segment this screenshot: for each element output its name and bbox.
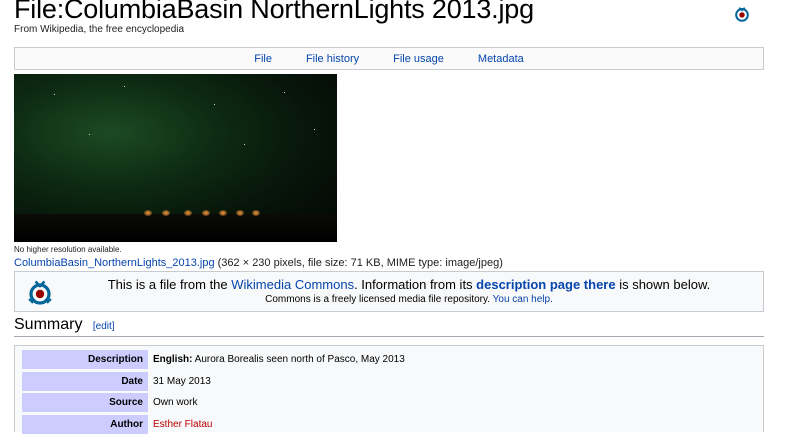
author-link[interactable]: Esther Flatau [153,419,212,430]
tab-file-usage[interactable]: File usage [393,53,444,65]
summary-heading: Summary [edit] [14,316,115,334]
commons-notice: This is a file from the Wikimedia Common… [14,271,764,312]
description-text: Aurora Borealis seen north of Pasco, May… [192,354,405,365]
file-info-line: ColumbiaBasin_NorthernLights_2013.jpg (3… [14,257,503,269]
author-label: Author [22,415,148,434]
date-label: Date [22,372,148,391]
description-label: Description [22,350,148,369]
author-value: Esther Flatau [153,415,212,434]
summary-divider [14,336,764,337]
source-label: Source [22,393,148,412]
page-title: File:ColumbiaBasin NorthernLights 2013.j… [14,0,534,24]
description-page-link[interactable]: description page there [476,277,615,292]
commons-text-prefix: This is a file from the [107,277,232,292]
tagline: From Wikipedia, the free encyclopedia [14,24,185,35]
commons-text-middle: . Information from its [354,277,477,292]
filename-link[interactable]: ColumbiaBasin_NorthernLights_2013.jpg [14,257,215,269]
commons-text-suffix: is shown below. [615,277,711,292]
file-information-table: Description English: Aurora Borealis see… [14,345,764,434]
table-row: Source Own work [22,393,757,412]
file-image[interactable] [14,74,337,242]
table-row: Date 31 May 2013 [22,372,757,391]
no-higher-resolution-note: No higher resolution available. [14,245,122,254]
commons-notice-line2: Commons is a freely licensed media file … [55,294,763,305]
language-label: English: [153,354,193,365]
you-can-help-link[interactable]: You can help. [493,294,553,305]
tab-file[interactable]: File [254,53,272,65]
source-value: Own work [153,397,198,408]
table-row: Description English: Aurora Borealis see… [22,350,757,369]
tab-metadata[interactable]: Metadata [478,53,524,65]
commons-notice-line1: This is a file from the Wikimedia Common… [55,277,763,292]
table-row: Author Esther Flatau [22,415,757,434]
edit-link[interactable]: [edit] [93,321,115,332]
commons-repository-text: Commons is a freely licensed media file … [265,294,493,305]
file-details: (362 × 230 pixels, file size: 71 KB, MIM… [217,257,503,269]
date-value: 31 May 2013 [153,376,211,387]
file-tabs: File File history File usage Metadata [14,47,764,70]
commons-logo-icon [28,280,52,305]
wikimedia-commons-link[interactable]: Wikimedia Commons [231,277,354,292]
tab-file-history[interactable]: File history [306,53,359,65]
commons-logo-icon[interactable] [733,5,751,23]
summary-title: Summary [14,316,83,333]
description-value: English: Aurora Borealis seen north of P… [153,350,405,369]
